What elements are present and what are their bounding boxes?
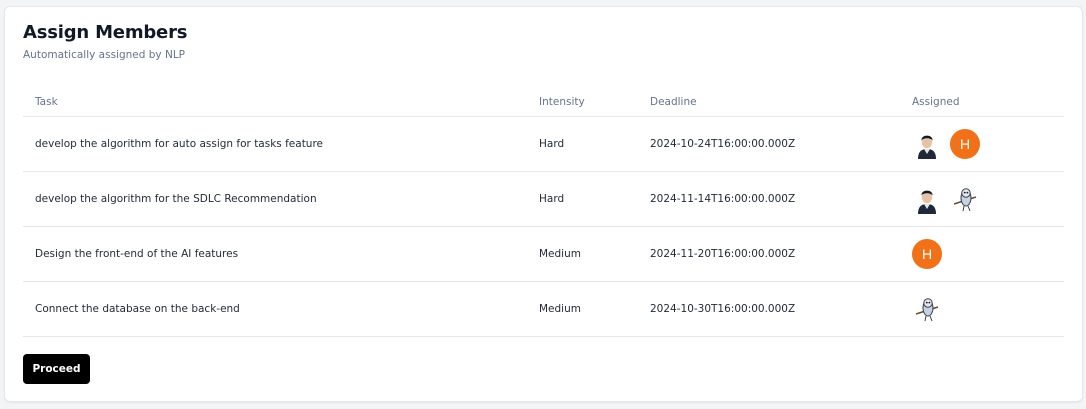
member-initial-avatar[interactable]: H [950,129,980,159]
column-header-intensity: Intensity [539,95,585,108]
task-intensity: Hard [539,138,565,150]
column-header-assigned: Assigned [912,95,960,108]
table-row: Connect the database on the back-end Med… [23,282,1064,337]
person-photo-avatar[interactable] [912,129,942,159]
member-initial-avatar[interactable]: H [912,239,942,269]
bird-cartoon-avatar[interactable] [950,184,980,214]
task-deadline: 2024-10-24T16:00:00.000Z [650,138,796,150]
proceed-button[interactable]: Proceed [23,354,90,384]
task-name: Design the front-end of the AI features [35,248,239,260]
table-header: Task Intensity Deadline Assigned [23,87,1064,117]
page-title: Assign Members [23,22,188,43]
task-name: Connect the database on the back-end [35,303,240,315]
task-deadline: 2024-11-20T16:00:00.000Z [650,248,796,260]
task-intensity: Medium [539,248,581,260]
assign-members-card: Assign Members Automatically assigned by… [4,6,1083,402]
person-photo-avatar[interactable] [912,184,942,214]
task-intensity: Hard [539,193,565,205]
task-name: develop the algorithm for auto assign fo… [35,138,324,150]
column-header-task: Task [35,95,58,108]
assigned-members [912,294,942,324]
assigned-members: H [912,239,942,269]
task-deadline: 2024-10-30T16:00:00.000Z [650,303,796,315]
assigned-members [912,184,980,214]
task-deadline: 2024-11-14T16:00:00.000Z [650,193,796,205]
table-row: Design the front-end of the AI features … [23,227,1064,282]
column-header-deadline: Deadline [650,95,697,108]
table-row: develop the algorithm for the SDLC Recom… [23,172,1064,227]
task-name: develop the algorithm for the SDLC Recom… [35,193,317,205]
assignment-table: Task Intensity Deadline Assigned develop… [23,87,1064,337]
table-row: develop the algorithm for auto assign fo… [23,117,1064,172]
page-subtitle: Automatically assigned by NLP [23,49,185,61]
bird-cartoon-avatar[interactable] [912,294,942,324]
assigned-members: H [912,129,980,159]
task-intensity: Medium [539,303,581,315]
